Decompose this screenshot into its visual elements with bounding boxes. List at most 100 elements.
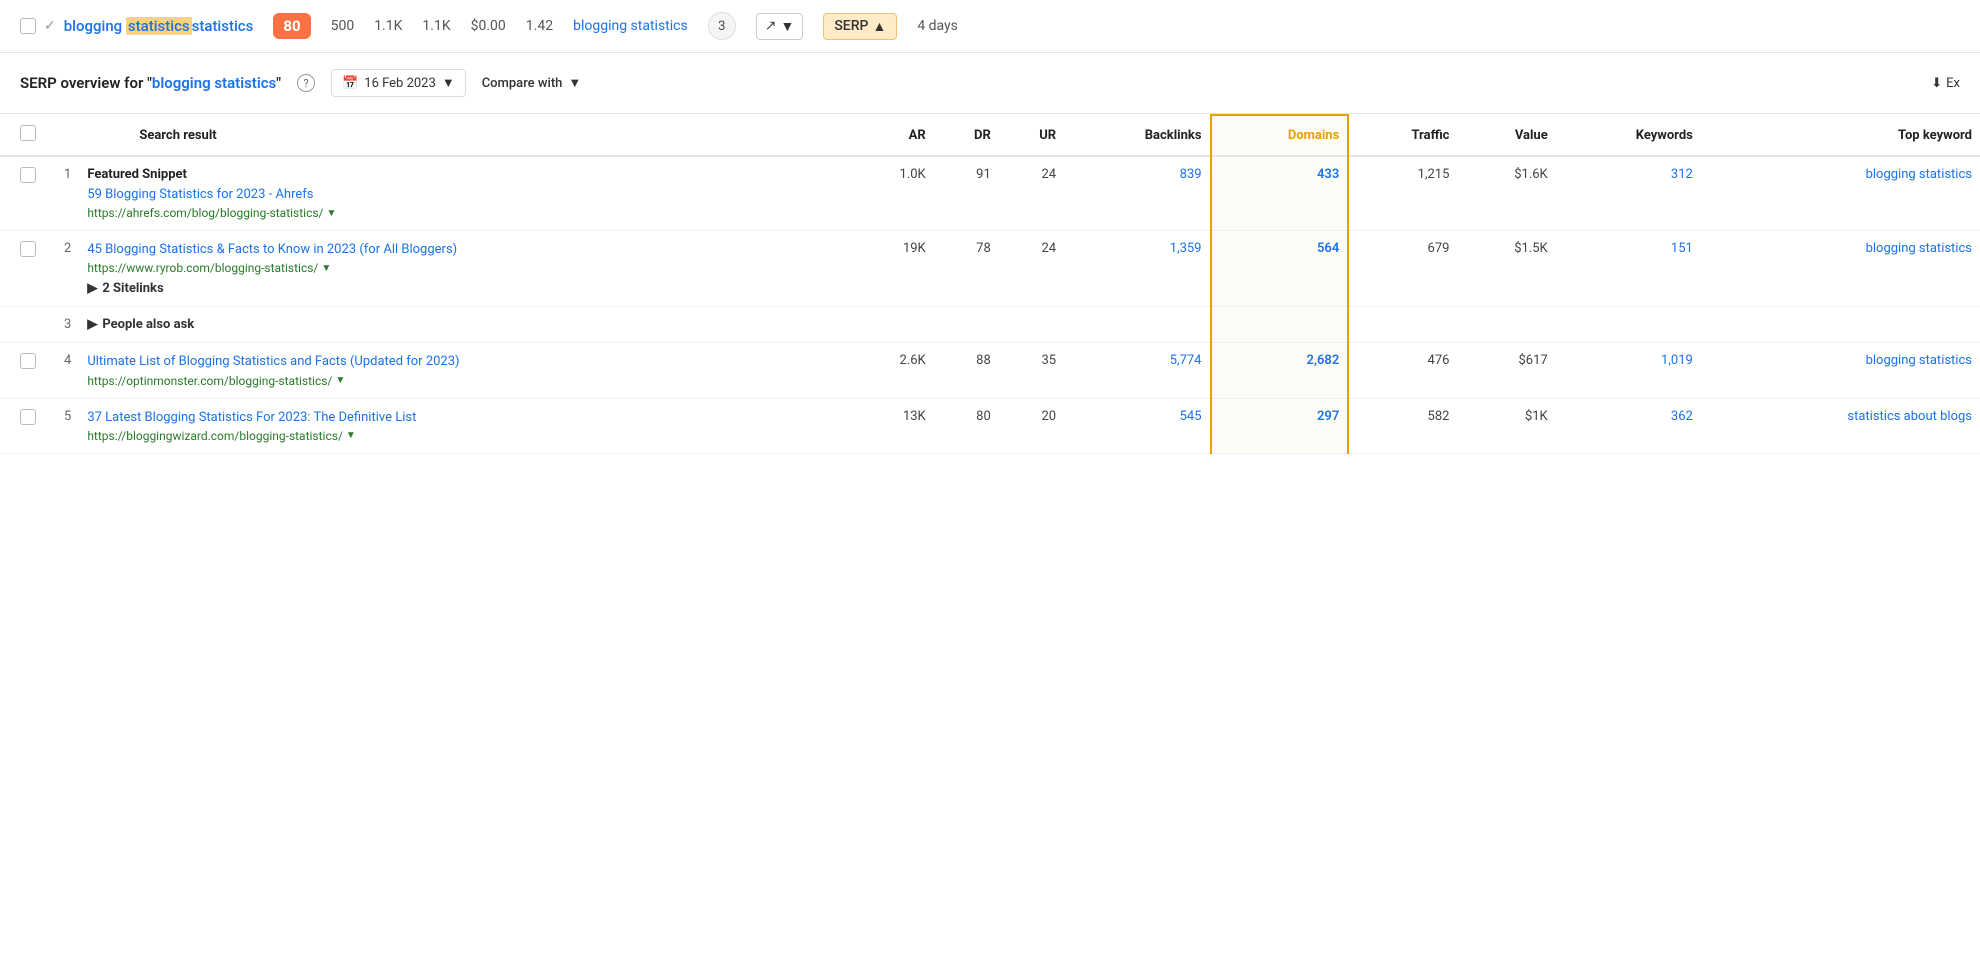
people-ask-arrow: ▶ [87, 317, 97, 332]
row2-title[interactable]: 45 Blogging Statistics & Facts to Know i… [87, 241, 842, 259]
metric-dollar: $0.00 [471, 18, 506, 34]
row5-backlinks: 545 [1064, 398, 1210, 453]
row5-url-arrow: ▼ [346, 430, 356, 441]
people-ask-label: ▶ People also ask [87, 317, 842, 332]
row2-backlinks: 1,359 [1064, 231, 1210, 307]
row5-checkbox-cell [0, 398, 44, 453]
section-keyword: blogging statistics [152, 74, 276, 92]
row5-checkbox[interactable] [20, 409, 36, 425]
trend-dropdown: ▼ [780, 18, 794, 35]
number-badge: 3 [708, 12, 736, 40]
row4-value: $617 [1457, 343, 1555, 398]
row4-checkbox[interactable] [20, 353, 36, 369]
row5-url[interactable]: https://bloggingwizard.com/blogging-stat… [87, 429, 842, 443]
section-title: SERP overview for "blogging statistics" [20, 74, 281, 92]
row2-checkbox[interactable] [20, 241, 36, 257]
date-dropdown-arrow: ▼ [442, 75, 455, 91]
row4-num: 4 [44, 343, 79, 398]
row5-domains: 297 [1211, 398, 1349, 453]
row1-traffic: 1,215 [1348, 156, 1457, 231]
serp-arrow: ▲ [872, 18, 886, 35]
row1-top-keyword: blogging statistics [1701, 156, 1980, 231]
domains-header: Domains [1211, 115, 1349, 156]
table-row: 5 37 Latest Blogging Statistics For 2023… [0, 398, 1980, 453]
row4-top-keyword: blogging statistics [1701, 343, 1980, 398]
row1-ur: 24 [999, 156, 1064, 231]
days-text: 4 days [917, 18, 958, 34]
row1-ar: 1.0K [850, 156, 934, 231]
row3-traffic [1348, 307, 1457, 343]
check-icon: ✓ [44, 18, 56, 34]
compare-dropdown-arrow: ▼ [568, 75, 581, 91]
row5-value: $1K [1457, 398, 1555, 453]
featured-snippet-label: Featured Snippet [87, 167, 842, 186]
keyword-text: blogging statisticsstatistics [64, 17, 254, 35]
row4-dr: 88 [934, 343, 999, 398]
row1-url-arrow: ▼ [327, 208, 337, 219]
row3-checkbox-cell [0, 307, 44, 343]
row3-backlinks [1064, 307, 1210, 343]
table-row: 3 ▶ People also ask [0, 307, 1980, 343]
row1-num: 1 [44, 156, 79, 231]
row3-num: 3 [44, 307, 79, 343]
row4-backlinks: 5,774 [1064, 343, 1210, 398]
export-button[interactable]: ⬇ Ex [1931, 76, 1960, 91]
row2-num: 2 [44, 231, 79, 307]
metric-11k-1: 1.1K [374, 18, 402, 34]
row3-top-keyword [1701, 307, 1980, 343]
row3-domains [1211, 307, 1349, 343]
row4-url[interactable]: https://optinmonster.com/blogging-statis… [87, 374, 842, 388]
row5-title[interactable]: 37 Latest Blogging Statistics For 2023: … [87, 409, 842, 427]
row2-traffic: 679 [1348, 231, 1457, 307]
row5-keywords: 362 [1556, 398, 1701, 453]
keywords-header: Keywords [1556, 115, 1701, 156]
compare-label: Compare with [482, 76, 563, 91]
row4-traffic: 476 [1348, 343, 1457, 398]
trend-icon: ↗ [765, 18, 777, 34]
row1-title[interactable]: 59 Blogging Statistics for 2023 - Ahrefs [87, 186, 842, 204]
help-icon[interactable]: ? [297, 74, 315, 92]
compare-button[interactable]: Compare with ▼ [482, 75, 582, 91]
backlinks-header: Backlinks [1064, 115, 1210, 156]
row1-backlinks: 839 [1064, 156, 1210, 231]
date-button[interactable]: 📅 16 Feb 2023 ▼ [331, 69, 466, 97]
num-col-header [44, 115, 79, 156]
row2-content: 45 Blogging Statistics & Facts to Know i… [79, 231, 850, 307]
row2-top-keyword: blogging statistics [1701, 231, 1980, 307]
table-row: 4 Ultimate List of Blogging Statistics a… [0, 343, 1980, 398]
row5-ur: 20 [999, 398, 1064, 453]
metric-500: 500 [331, 18, 355, 34]
row1-dr: 91 [934, 156, 999, 231]
row5-traffic: 582 [1348, 398, 1457, 453]
row2-url[interactable]: https://www.ryrob.com/blogging-statistic… [87, 261, 842, 275]
row1-checkbox[interactable] [20, 167, 36, 183]
row1-content: Featured Snippet 59 Blogging Statistics … [79, 156, 850, 231]
ar-header: AR [850, 115, 934, 156]
keyword-checkbox-area: ✓ blogging statisticsstatistics [20, 17, 253, 35]
row1-url[interactable]: https://ahrefs.com/blog/blogging-statist… [87, 206, 842, 220]
row2-keywords: 151 [1556, 231, 1701, 307]
row4-ar: 2.6K [850, 343, 934, 398]
row5-content: 37 Latest Blogging Statistics For 2023: … [79, 398, 850, 453]
row5-dr: 80 [934, 398, 999, 453]
keyword-highlight: statistics [126, 17, 192, 35]
export-label: Ex [1946, 76, 1960, 91]
row4-url-arrow: ▼ [335, 375, 345, 386]
row4-domains: 2,682 [1211, 343, 1349, 398]
ur-header: UR [999, 115, 1064, 156]
trend-button[interactable]: ↗ ▼ [756, 13, 804, 40]
table-row: 1 Featured Snippet 59 Blogging Statistic… [0, 156, 1980, 231]
section-header: SERP overview for "blogging statistics" … [0, 53, 1980, 114]
date-label: 16 Feb 2023 [364, 76, 436, 91]
keyword-checkbox[interactable] [20, 18, 36, 34]
dr-header: DR [934, 115, 999, 156]
row4-title[interactable]: Ultimate List of Blogging Statistics and… [87, 353, 842, 371]
serp-label: SERP [834, 18, 868, 34]
row4-keywords: 1,019 [1556, 343, 1701, 398]
select-all-checkbox[interactable] [20, 125, 36, 141]
row1-value: $1.6K [1457, 156, 1555, 231]
top-keyword-header: Top keyword [1701, 115, 1980, 156]
serp-button[interactable]: SERP ▲ [823, 13, 897, 40]
export-icon: ⬇ [1931, 76, 1942, 91]
row3-ur [999, 307, 1064, 343]
